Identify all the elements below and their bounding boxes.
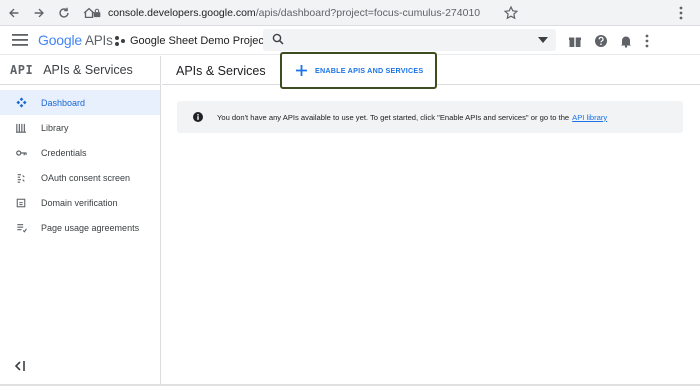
sidebar-item-credentials[interactable]: Credentials	[0, 140, 160, 165]
sidebar-item-label: Domain verification	[41, 197, 118, 208]
api-library-link[interactable]: API library	[572, 113, 607, 122]
gift-icon[interactable]	[568, 34, 582, 48]
sidebar-title: APIs & Services	[43, 63, 133, 77]
project-name: Google Sheet Demo Project	[130, 35, 267, 47]
back-icon[interactable]	[3, 2, 25, 24]
sidebar-item-dashboard[interactable]: Dashboard	[0, 90, 160, 115]
collapse-sidebar-icon[interactable]	[14, 360, 28, 372]
domain-icon	[15, 197, 27, 209]
api-mark: API	[10, 63, 34, 77]
dashboard-icon	[15, 97, 27, 109]
search-icon	[272, 33, 284, 45]
search-input[interactable]	[291, 32, 531, 48]
enable-apis-button[interactable]: ENABLE APIS AND SERVICES	[280, 52, 437, 89]
sidebar-item-page-usage-agreements[interactable]: Page usage agreements	[0, 215, 160, 240]
logo-google-text: Google	[38, 32, 82, 48]
forward-icon[interactable]	[28, 2, 50, 24]
sidebar-item-label: Library	[41, 122, 69, 133]
search-box[interactable]	[263, 29, 556, 51]
bookmark-star-icon[interactable]	[503, 5, 519, 21]
sidebar-item-label: Dashboard	[41, 97, 86, 108]
project-dots-icon	[115, 36, 125, 46]
sidebar-item-label: OAuth consent screen	[41, 172, 131, 183]
sidebar: API APIs & Services Dashboard Library Cr…	[0, 56, 161, 386]
help-icon[interactable]	[594, 34, 608, 48]
notifications-icon[interactable]	[619, 34, 633, 48]
lock-icon	[90, 6, 104, 20]
console-header: Google APIs Google Sheet Demo Project	[0, 26, 700, 55]
notice-text: You don't have any APIs available to use…	[217, 112, 608, 122]
consent-icon	[15, 172, 27, 184]
info-notice: You don't have any APIs available to use…	[177, 101, 683, 133]
sidebar-item-oauth-consent[interactable]: OAuth consent screen	[0, 165, 160, 190]
sidebar-header: API APIs & Services	[0, 56, 160, 85]
sidebar-item-library[interactable]: Library	[0, 115, 160, 140]
sidebar-item-label: Page usage agreements	[41, 222, 140, 233]
key-icon	[15, 147, 27, 159]
hamburger-menu-icon[interactable]	[12, 33, 28, 47]
enable-apis-label: ENABLE APIS AND SERVICES	[315, 66, 424, 75]
url-text: console.developers.google.com/apis/dashb…	[108, 7, 481, 19]
library-icon	[15, 122, 27, 134]
address-bar[interactable]: console.developers.google.com/apis/dashb…	[90, 3, 524, 23]
plus-icon	[296, 65, 307, 76]
agreements-icon	[15, 222, 27, 234]
more-icon[interactable]	[644, 34, 650, 48]
page-title: APIs & Services	[176, 64, 266, 78]
sidebar-nav: Dashboard Library Credentials OAuth cons…	[0, 90, 160, 240]
project-selector[interactable]: Google Sheet Demo Project	[114, 34, 283, 48]
main-toolbar: APIs & Services ENABLE APIS AND SERVICES	[162, 52, 700, 89]
sidebar-item-label: Credentials	[41, 147, 87, 158]
sidebar-item-domain-verification[interactable]: Domain verification	[0, 190, 160, 215]
info-icon	[193, 112, 203, 122]
browser-toolbar: console.developers.google.com/apis/dashb…	[0, 0, 700, 26]
logo-apis-text: APIs	[84, 33, 113, 48]
google-apis-logo[interactable]: Google APIs	[38, 32, 113, 48]
browser-menu-icon[interactable]	[673, 4, 689, 22]
search-dropdown-icon[interactable]	[538, 36, 548, 44]
reload-icon[interactable]	[53, 2, 75, 24]
